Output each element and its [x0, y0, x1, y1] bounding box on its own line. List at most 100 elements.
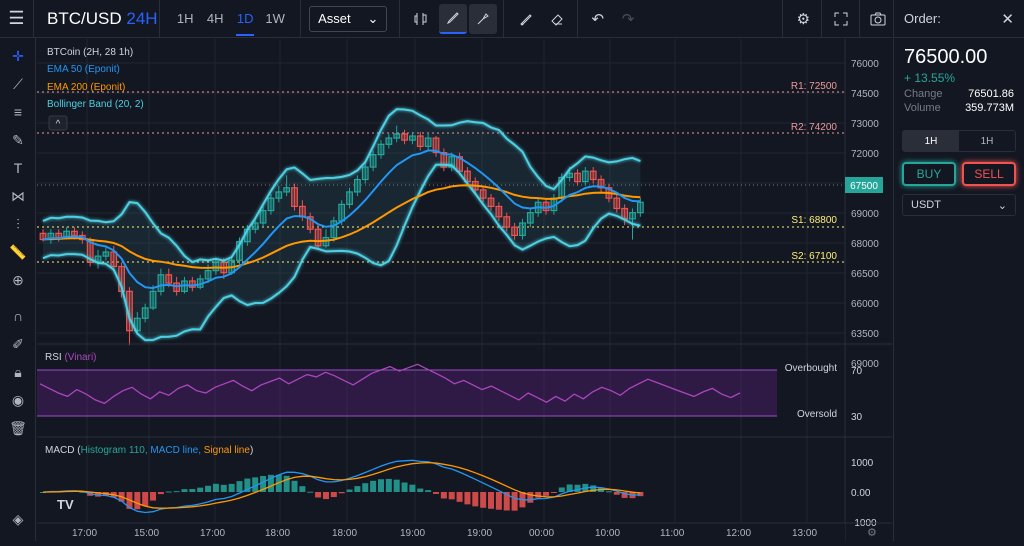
redo-icon[interactable]: ↷	[614, 4, 642, 34]
horizontal-lines-icon[interactable]: ≡	[0, 98, 36, 126]
change-value: 76501.86	[968, 88, 1014, 100]
candle-body	[385, 137, 393, 145]
timeframe-4h[interactable]: 4H	[200, 0, 230, 38]
macd-histogram-bar	[150, 492, 157, 501]
macd-histogram-bar	[385, 478, 392, 492]
layers-icon[interactable]: ◈	[0, 505, 36, 533]
candle-body	[511, 226, 518, 237]
order-tab-1[interactable]: 1H	[903, 131, 959, 151]
sell-button[interactable]: SELL	[962, 162, 1016, 186]
trendline-icon[interactable]: ⟋	[0, 70, 36, 98]
asset-select-label: Asset	[318, 11, 351, 26]
macd-histogram-bar	[472, 492, 479, 507]
macd-histogram-bar	[511, 492, 518, 511]
settings-sliders-icon[interactable]: ⫶	[0, 210, 36, 238]
candle-body	[621, 207, 629, 220]
order-tab-2[interactable]: 1H	[959, 131, 1015, 151]
asset-select[interactable]: Asset ⌄	[309, 5, 388, 32]
candle-body	[377, 143, 385, 156]
pattern-icon[interactable]: ⋈	[0, 182, 36, 210]
price-axis-tick: 72000	[851, 149, 879, 160]
time-axis-tick: 18:00	[332, 528, 357, 539]
candle-body	[259, 209, 267, 224]
candle-body	[314, 228, 322, 247]
timeframe-1w[interactable]: 1W	[260, 0, 290, 38]
pencil-icon[interactable]	[438, 3, 467, 34]
macd-histogram-bar	[165, 491, 172, 493]
chart-area[interactable]: BTCoin (2H, 28 1h) EMA 50 (Eponit) EMA 2…	[37, 39, 892, 541]
macd-histogram-bar	[495, 492, 502, 510]
lock-pencil-icon[interactable]: ✐	[0, 330, 36, 358]
macd-signal-line	[42, 461, 641, 509]
candle-body	[102, 251, 110, 257]
price-axis-tick: 66500	[851, 269, 879, 280]
legend-ema50: EMA 50 (Eponit)	[47, 64, 120, 75]
magnet-icon[interactable]: ∩	[0, 302, 36, 330]
chevron-down-icon: ⌄	[997, 199, 1007, 212]
price-axis-tick: 76000	[851, 59, 879, 70]
candle-body	[291, 187, 298, 208]
order-change-pct: + 13.55%	[904, 71, 956, 85]
candle-body	[495, 205, 503, 218]
macd-histogram-bar	[433, 492, 439, 494]
undo-icon[interactable]: ↶	[584, 4, 612, 34]
candle-body	[479, 189, 487, 199]
ruler-icon[interactable]: 📏	[0, 238, 36, 266]
macd-histogram-bar	[393, 479, 400, 492]
candle-body	[267, 197, 275, 212]
timeframe-1h[interactable]: 1H	[170, 0, 200, 38]
macd-histogram-bar	[346, 489, 353, 492]
macd-histogram-bar	[228, 483, 235, 492]
lock-icon[interactable]: 🔒︎	[0, 358, 36, 386]
brush-icon[interactable]	[468, 3, 498, 34]
macd-histogram-bar	[134, 492, 141, 510]
order-title: Order:	[904, 11, 941, 26]
candle-body	[519, 222, 526, 237]
candle-body	[212, 261, 220, 272]
text-icon[interactable]: T	[0, 154, 36, 182]
candle-body	[275, 191, 283, 199]
candles-icon[interactable]	[406, 4, 434, 34]
macd-histogram-bar	[543, 492, 550, 496]
macd-histogram-bar	[173, 491, 180, 493]
time-axis-tick: 17:00	[72, 528, 97, 539]
candle-body	[157, 274, 165, 292]
rsi-axis-70: 70	[851, 366, 863, 377]
candle-body	[636, 201, 644, 214]
pen-icon[interactable]	[512, 4, 540, 34]
chevron-up-icon: ^	[56, 119, 61, 130]
trash-icon[interactable]: 🗑︎	[0, 414, 36, 442]
buy-button[interactable]: BUY	[902, 162, 956, 186]
axis-settings-icon[interactable]: ⚙	[867, 527, 877, 539]
timeframe-1d[interactable]: 1D	[230, 0, 260, 38]
camera-icon[interactable]	[864, 4, 892, 34]
price-axis-tick: 69000	[851, 209, 879, 220]
currency-select[interactable]: USDT ⌄	[902, 194, 1016, 216]
candle-body	[487, 197, 495, 208]
macd-title: MACD (Histogram 110, MACD line, Signal l…	[45, 445, 253, 456]
candle-body	[409, 135, 416, 141]
macd-histogram-bar	[440, 492, 447, 499]
menu-icon[interactable]: ☰	[0, 0, 34, 38]
macd-histogram-bar	[456, 492, 463, 502]
macd-histogram-bar	[464, 492, 471, 505]
r2-label: R2: 74200	[791, 122, 838, 133]
macd-histogram-bar	[535, 492, 542, 498]
time-axis-tick: 19:00	[400, 528, 425, 539]
symbol-title[interactable]: BTC/USD 24H	[34, 9, 159, 29]
brush-tool-icon[interactable]: ✎	[0, 126, 36, 154]
candle-body	[346, 191, 353, 205]
close-icon[interactable]: ✕	[1001, 10, 1014, 28]
candle-body	[613, 197, 621, 210]
zoom-icon[interactable]: ⊕	[0, 266, 36, 294]
macd-histogram-bar	[142, 492, 149, 507]
eye-icon[interactable]: ◉	[0, 386, 36, 414]
r1-label: R1: 72500	[791, 81, 838, 92]
crosshair-icon[interactable]: ✛	[0, 42, 36, 70]
gear-icon[interactable]: ⚙	[789, 4, 817, 34]
eraser-icon[interactable]	[542, 4, 570, 34]
macd-histogram-bar	[488, 492, 495, 509]
timeframe-group: 1H 4H 1D 1W	[160, 0, 300, 38]
fullscreen-icon[interactable]	[826, 4, 854, 34]
macd-histogram-bar	[157, 492, 164, 495]
